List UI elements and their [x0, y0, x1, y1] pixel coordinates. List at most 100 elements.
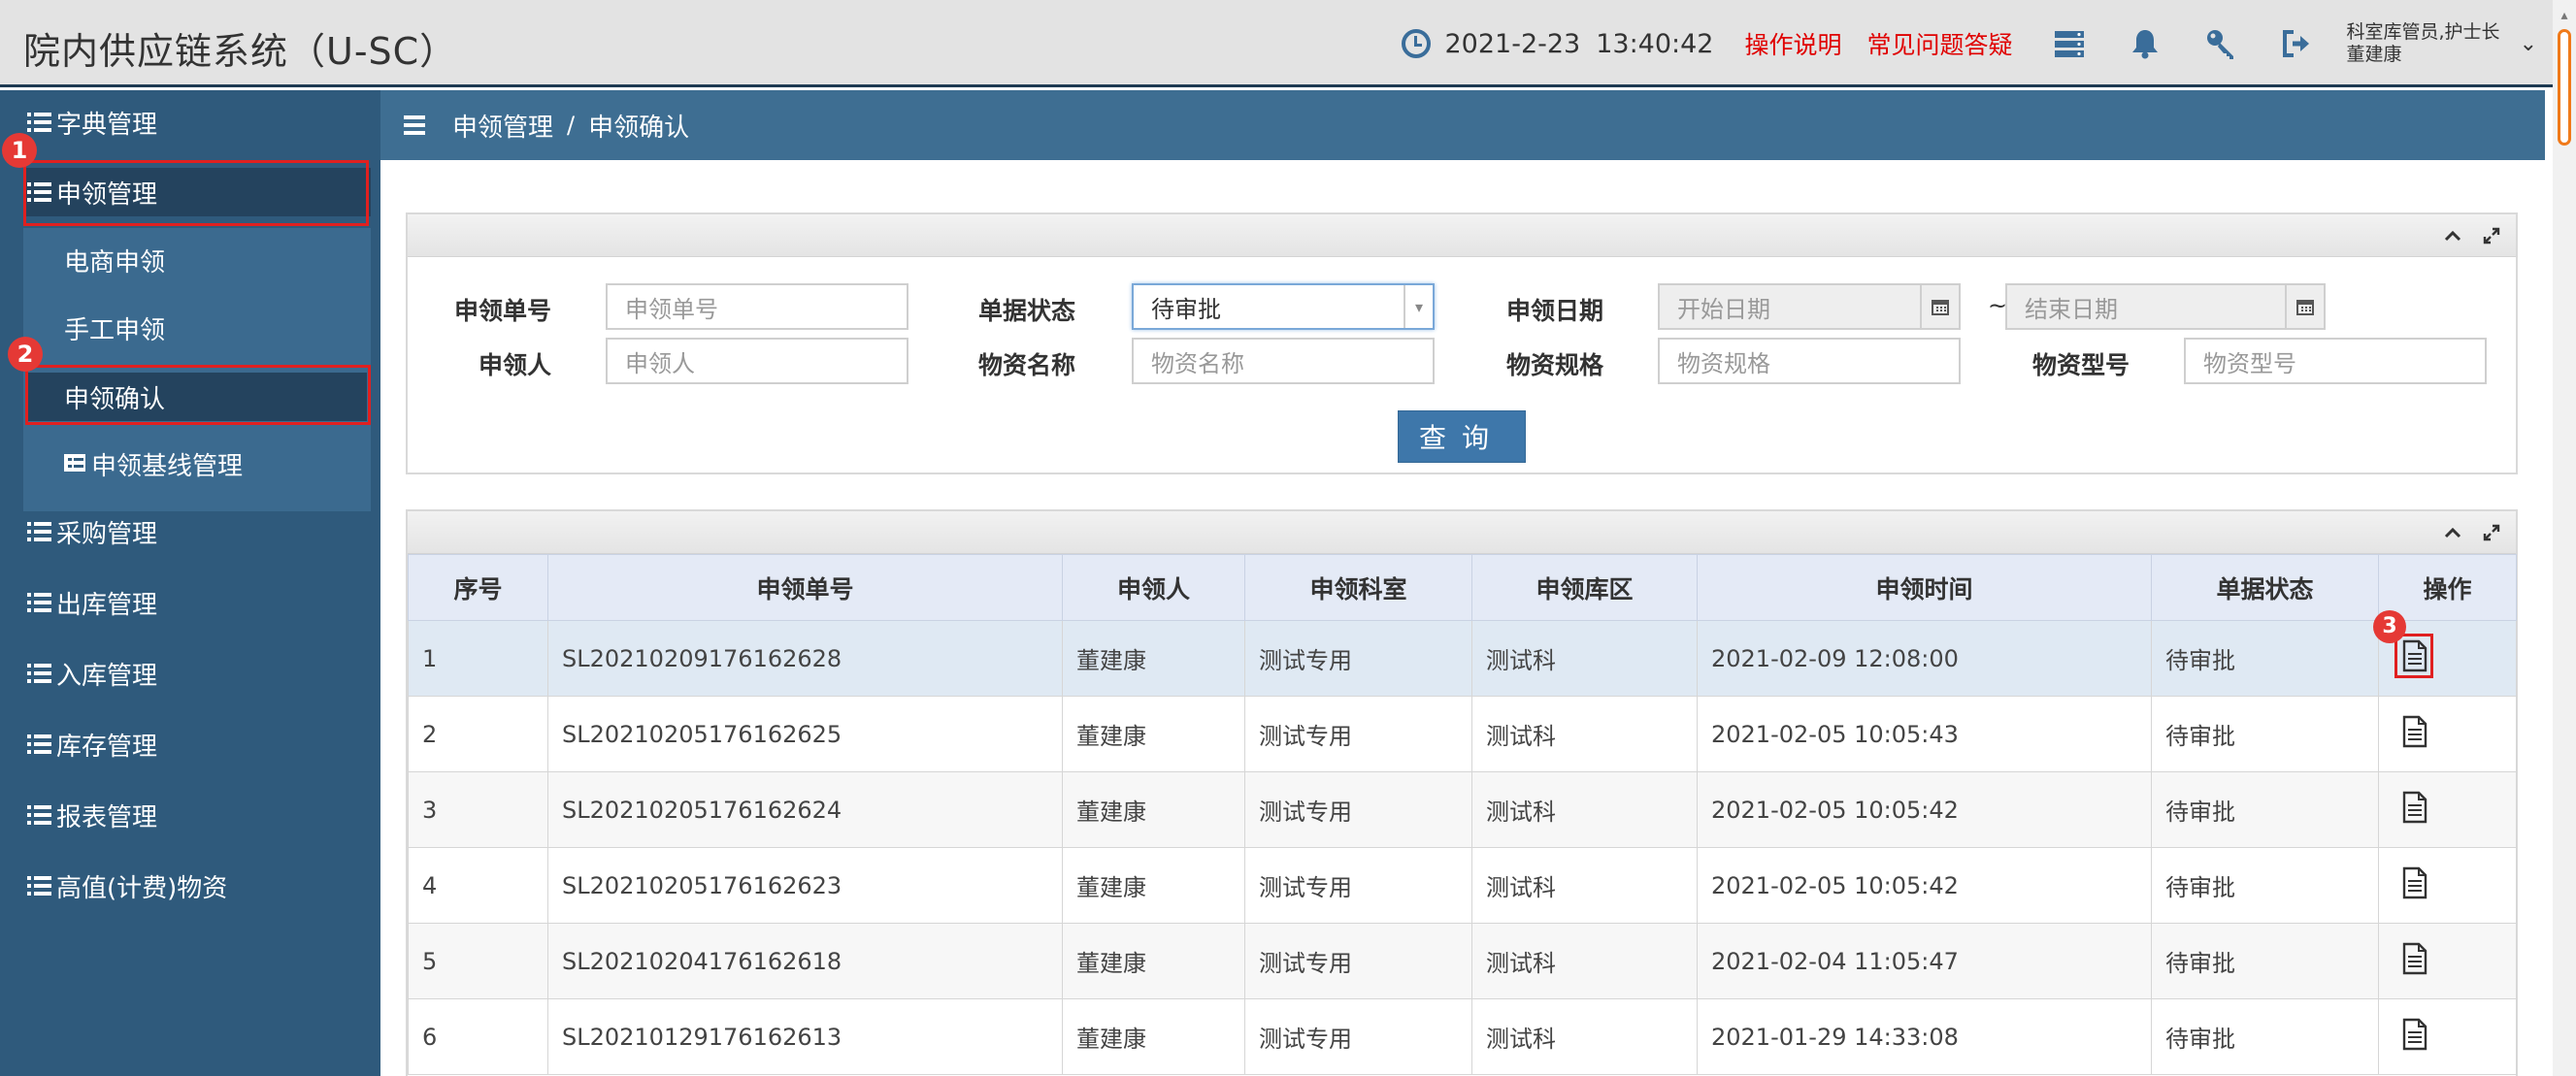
- table-row[interactable]: 4 SL20210205176162623 董建康 测试专用 测试科 2021-02-05…: [408, 847, 2517, 924]
- table-cell: 董建康: [1062, 620, 1245, 697]
- expand-icon[interactable]: [2477, 221, 2506, 250]
- table-cell: 待审批: [2151, 620, 2379, 697]
- spec-label: 物资规格: [1505, 351, 1603, 379]
- column-header[interactable]: 序号: [408, 554, 548, 621]
- table-row[interactable]: 2 SL20210205176162625 董建康 测试专用 测试科 2021-02-05…: [408, 696, 2517, 772]
- table-cell: 测试专用: [1244, 771, 1472, 848]
- sidebar-item-label: 入库管理: [56, 661, 158, 691]
- table-cell: 董建康: [1062, 771, 1245, 848]
- sidebar-item-inventory[interactable]: 库存管理: [27, 720, 157, 768]
- select-arrow-icon[interactable]: ▾: [1404, 285, 1433, 328]
- menu-toggle-icon[interactable]: [404, 115, 429, 135]
- view-detail-icon[interactable]: [2402, 942, 2427, 975]
- view-detail-icon[interactable]: [2402, 866, 2427, 899]
- applicant-label: 申领人: [478, 351, 551, 379]
- filter-panel-header: [408, 214, 2516, 257]
- user-menu[interactable]: 科室库管员,护士长 董建康 ⌄: [2347, 21, 2537, 66]
- start-date-input[interactable]: 开始日期: [1658, 283, 1961, 330]
- logout-icon[interactable]: [2277, 24, 2316, 63]
- scroll-thumb[interactable]: [2558, 29, 2571, 146]
- table-cell: 6: [408, 998, 548, 1075]
- table-cell: 待审批: [2151, 847, 2379, 924]
- table-cell: 测试科: [1471, 847, 1698, 924]
- table-cell: SL20210204176162618: [547, 923, 1063, 999]
- table-cell: 3: [408, 771, 548, 848]
- clock-icon: [1402, 29, 1432, 58]
- sidebar-item-inbound[interactable]: 入库管理: [27, 649, 157, 698]
- table-cell: 待审批: [2151, 771, 2379, 848]
- page-scrollbar[interactable]: ▴: [2553, 0, 2576, 1076]
- server-icon[interactable]: [2050, 24, 2089, 63]
- expand-icon[interactable]: [2477, 518, 2506, 547]
- list-icon: [27, 112, 52, 133]
- breadcrumb-separator: /: [567, 112, 576, 139]
- sidebar-item-label: 申领基线管理: [91, 451, 244, 481]
- list-icon: [27, 592, 52, 613]
- calendar-icon[interactable]: [2285, 285, 2324, 328]
- user-name: 董建康: [2346, 44, 2402, 65]
- status-label: 单据状态: [977, 297, 1075, 325]
- status-select[interactable]: 待审批 ▾: [1132, 283, 1435, 330]
- column-header[interactable]: 单据状态: [2151, 554, 2379, 621]
- table-cell: 2021-02-04 11:05:47: [1697, 923, 2152, 999]
- query-button[interactable]: 查询: [1398, 410, 1526, 463]
- table-cell: 2021-02-05 10:05:43: [1697, 696, 2152, 772]
- user-role: 科室库管员,护士长: [2346, 21, 2500, 43]
- table-cell: 待审批: [2151, 923, 2379, 999]
- table-cell: 测试专用: [1244, 923, 1472, 999]
- sidebar-item-outbound[interactable]: 出库管理: [27, 578, 157, 627]
- table-row[interactable]: 5 SL20210204176162618 董建康 测试专用 测试科 2021-02-04…: [408, 923, 2517, 999]
- sidebar-item-label: 字典管理: [56, 110, 158, 140]
- list-icon: [27, 521, 52, 542]
- table-row[interactable]: 6 SL20210129176162613 董建康 测试专用 测试科 2021-01-29…: [408, 998, 2517, 1075]
- breadcrumb: 申领管理 / 申领确认: [380, 90, 2545, 160]
- column-header[interactable]: 申领时间: [1697, 554, 2152, 621]
- sidebar-item-label: 库存管理: [56, 732, 158, 762]
- faq-link[interactable]: 常见问题答疑: [1867, 26, 2013, 61]
- sidebar-item-purchase[interactable]: 采购管理: [27, 507, 157, 556]
- view-detail-icon[interactable]: [2402, 715, 2427, 748]
- sidebar-item-high-value[interactable]: 高值(计费)物资: [27, 862, 227, 910]
- key-icon[interactable]: [2201, 24, 2240, 63]
- column-header[interactable]: 申领人: [1062, 554, 1245, 621]
- material-name-input[interactable]: 物资名称: [1132, 338, 1435, 384]
- sidebar-item-label: 采购管理: [56, 519, 158, 549]
- table-cell: 董建康: [1062, 998, 1245, 1075]
- table-cell: 4: [408, 847, 548, 924]
- collapse-icon[interactable]: [2438, 221, 2467, 250]
- table-row[interactable]: 3 SL20210205176162624 董建康 测试专用 测试科 2021-02-05…: [408, 771, 2517, 848]
- table-cell: 测试专用: [1244, 620, 1472, 697]
- list-icon: [27, 875, 52, 897]
- bell-icon[interactable]: [2126, 24, 2164, 63]
- sidebar-subitem-baseline[interactable]: 申领基线管理: [64, 440, 243, 488]
- help-link[interactable]: 操作说明: [1744, 26, 1841, 61]
- collapse-icon[interactable]: [2438, 518, 2467, 547]
- table-cell: 2021-02-05 10:05:42: [1697, 771, 2152, 848]
- order-no-label: 申领单号: [453, 297, 551, 325]
- chevron-down-icon[interactable]: ⌄: [2520, 32, 2537, 56]
- spec-input[interactable]: 物资规格: [1658, 338, 1961, 384]
- sidebar-subitem-manual[interactable]: 手工申领: [64, 304, 165, 352]
- end-date-input[interactable]: 结束日期: [2005, 283, 2326, 330]
- view-detail-icon[interactable]: [2402, 1018, 2427, 1051]
- breadcrumb-parent[interactable]: 申领管理: [452, 108, 553, 144]
- column-header[interactable]: 申领库区: [1471, 554, 1698, 621]
- column-header: 操作: [2378, 554, 2517, 621]
- table-cell: SL20210209176162628: [547, 620, 1063, 697]
- table-cell: 董建康: [1062, 923, 1245, 999]
- sidebar-item-reports[interactable]: 报表管理: [27, 791, 157, 839]
- applicant-input[interactable]: 申领人: [606, 338, 908, 384]
- column-header[interactable]: 申领单号: [547, 554, 1063, 621]
- sidebar-subitem-ecommerce[interactable]: 电商申领: [64, 236, 165, 284]
- calendar-icon[interactable]: [1920, 285, 1959, 328]
- view-detail-icon[interactable]: [2402, 791, 2427, 824]
- table-cell: 董建康: [1062, 847, 1245, 924]
- sidebar-item-dictionary[interactable]: 字典管理: [27, 98, 157, 147]
- list-icon: [27, 734, 52, 755]
- order-no-input[interactable]: 申领单号: [606, 283, 908, 330]
- scroll-up-icon[interactable]: ▴: [2557, 8, 2572, 23]
- table-row[interactable]: 1 SL20210209176162628 董建康 测试专用 测试科 2021-02-09…: [408, 609, 2517, 697]
- table-cell: SL20210205176162623: [547, 847, 1063, 924]
- model-input[interactable]: 物资型号: [2184, 338, 2487, 384]
- column-header[interactable]: 申领科室: [1244, 554, 1472, 621]
